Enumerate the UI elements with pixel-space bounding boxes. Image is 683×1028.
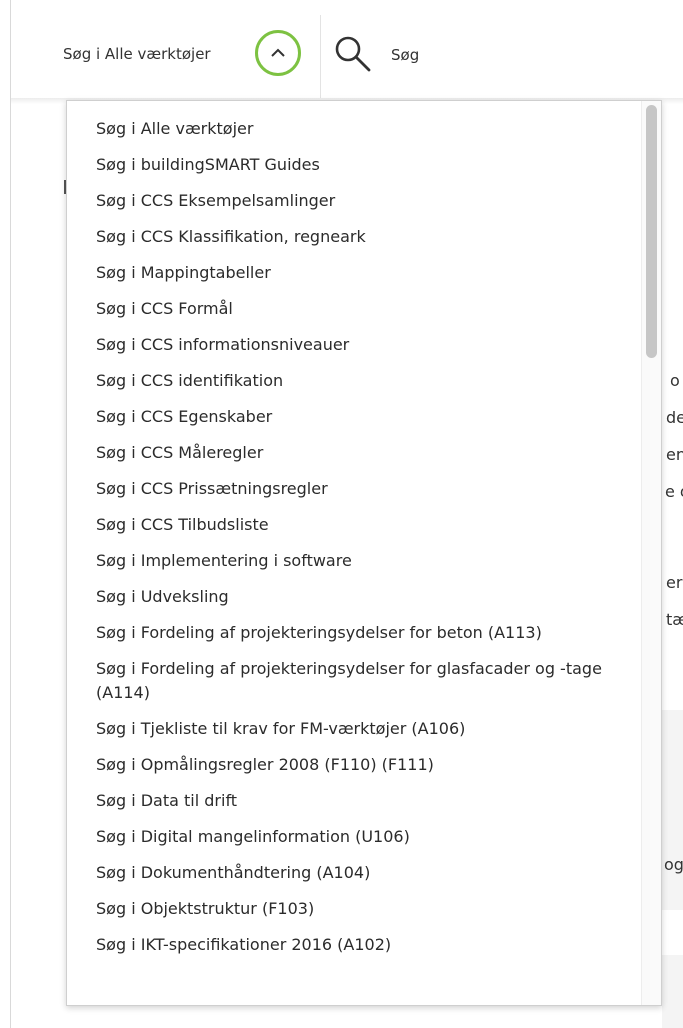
header-divider: [320, 15, 321, 98]
search-scope-dropdown: Søg i Alle værktøjer Søg i buildingSMART …: [66, 100, 662, 1006]
background-text-fragment: o: [670, 371, 680, 390]
scope-option[interactable]: Søg i Alle værktøjer: [67, 111, 641, 147]
scope-option[interactable]: Søg i CCS Eksempelsamlinger: [67, 183, 641, 219]
chevron-up-icon: [271, 48, 285, 57]
scope-option[interactable]: Søg i Tjekliste til krav for FM-værktøje…: [67, 711, 641, 747]
scope-option[interactable]: Søg i Opmålingsregler 2008 (F110) (F111): [67, 747, 641, 783]
scope-option[interactable]: Søg i buildingSMART Guides: [67, 147, 641, 183]
search-scope-selector[interactable]: Søg i Alle værktøjer: [11, 15, 320, 98]
scope-option[interactable]: Søg i CCS informationsniveauer: [67, 327, 641, 363]
scope-option[interactable]: Søg i CCS Klassifikation, regneark: [67, 219, 641, 255]
background-text-fragment: en: [666, 445, 683, 464]
search-button[interactable]: Søg: [331, 25, 419, 85]
scope-option[interactable]: Søg i IKT-specifikationer 2016 (A102): [67, 927, 641, 963]
search-icon: [335, 36, 371, 72]
search-button-label: Søg: [391, 46, 420, 64]
search-header: Søg i Alle værktøjer Søg: [11, 15, 683, 98]
scope-option[interactable]: Søg i CCS identifikation: [67, 363, 641, 399]
scope-option[interactable]: Søg i Fordeling af projekteringsydelser …: [67, 615, 641, 651]
scope-option[interactable]: Søg i CCS Prissætningsregler: [67, 471, 641, 507]
scope-option[interactable]: Søg i Dokumenthåndtering (A104): [67, 855, 641, 891]
scope-option[interactable]: Søg i Fordeling af projekteringsydelser …: [67, 651, 641, 711]
scope-option[interactable]: Søg i Udveksling: [67, 579, 641, 615]
background-text-fragment: er: [666, 573, 683, 592]
scope-option[interactable]: Søg i Mappingtabeller: [67, 255, 641, 291]
dropdown-scrollbar-thumb[interactable]: [646, 105, 657, 358]
dropdown-scrollbar[interactable]: [641, 101, 661, 1005]
scope-toggle-button[interactable]: [255, 30, 301, 76]
search-scope-label: Søg i Alle værktøjer: [63, 45, 211, 63]
scope-option[interactable]: Søg i CCS Måleregler: [67, 435, 641, 471]
scope-option[interactable]: Søg i CCS Egenskaber: [67, 399, 641, 435]
scope-option[interactable]: Søg i Data til drift: [67, 783, 641, 819]
background-text-fragment: de: [666, 408, 683, 427]
scope-option[interactable]: Søg i Implementering i software: [67, 543, 641, 579]
background-text-fragment: og: [664, 855, 683, 874]
background-panel-bottom: [662, 955, 683, 1028]
scope-option[interactable]: Søg i CCS Tilbudsliste: [67, 507, 641, 543]
background-text-fragment: e o: [665, 482, 683, 501]
search-scope-list: Søg i Alle værktøjer Søg i buildingSMART …: [67, 111, 641, 963]
scope-option[interactable]: Søg i Objektstruktur (F103): [67, 891, 641, 927]
scope-option[interactable]: Søg i Digital mangelinformation (U106): [67, 819, 641, 855]
background-text-fragment: tæ: [666, 610, 683, 629]
scope-option[interactable]: Søg i CCS Formål: [67, 291, 641, 327]
